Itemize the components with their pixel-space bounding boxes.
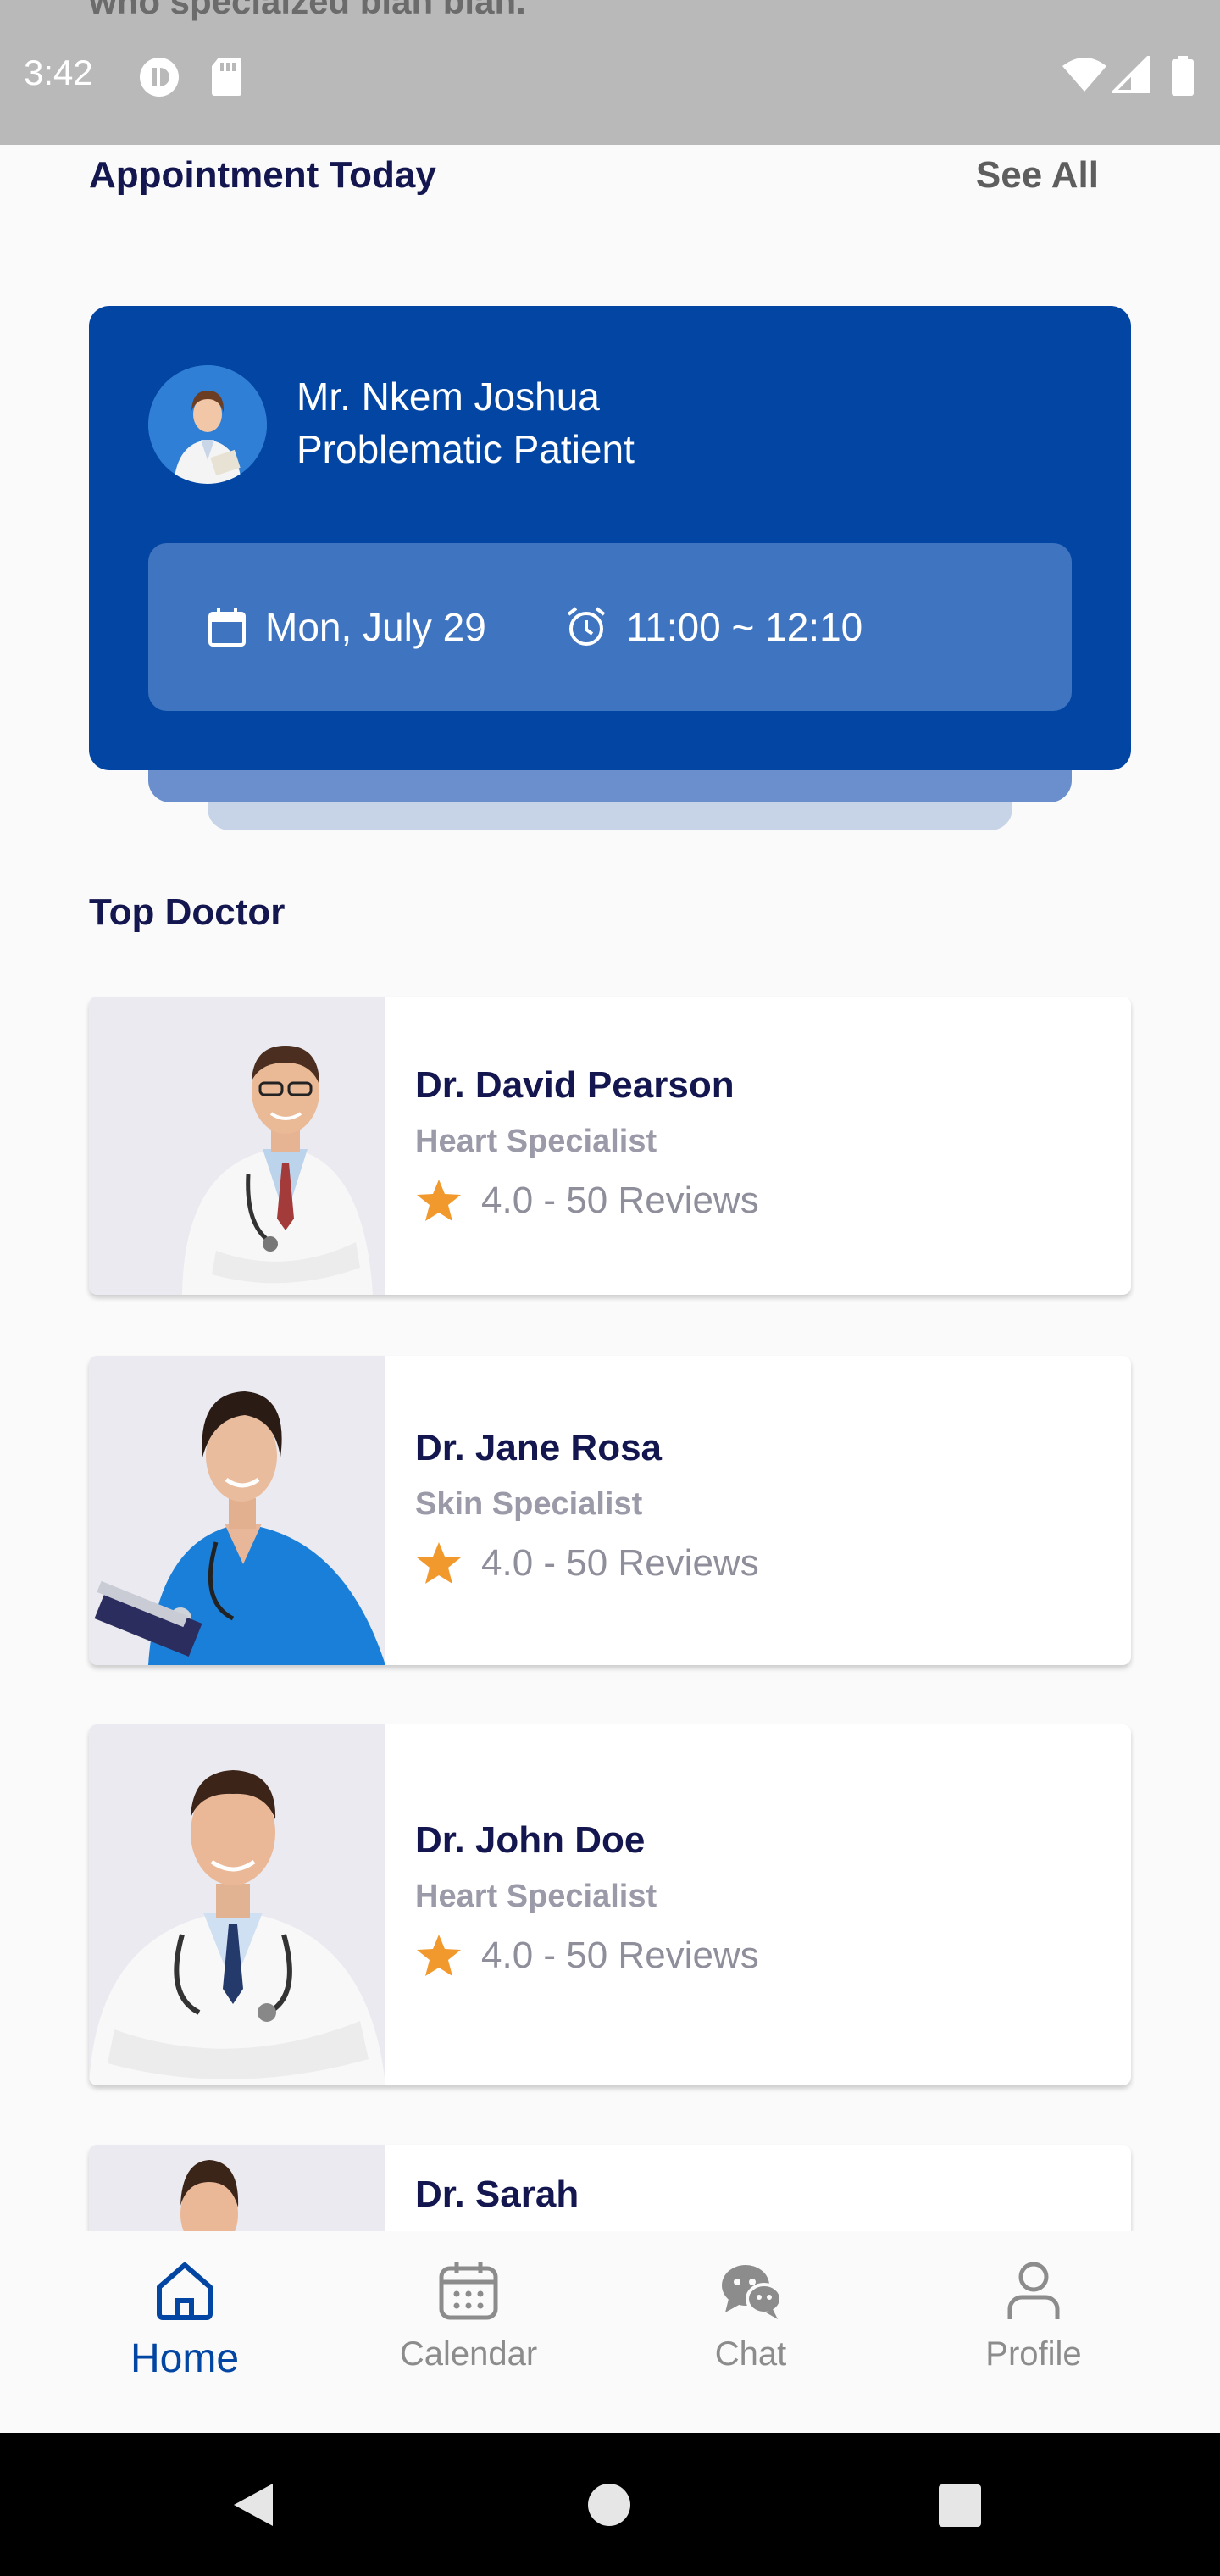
scrolled-text-peek: who specialzed blah blah.	[89, 0, 526, 21]
nav-label-calendar: Calendar	[399, 2335, 538, 2373]
patient-subtitle: Problematic Patient	[297, 427, 635, 471]
doctor-name: Dr. John Doe	[415, 1819, 646, 1861]
appointment-time: 11:00 ~ 12:10	[565, 604, 862, 650]
doctor-specialty: Heart Specialist	[415, 1124, 657, 1159]
status-time: 3:42	[24, 53, 93, 92]
wifi-icon	[1062, 58, 1106, 92]
system-navigation-bar	[0, 2433, 1220, 2576]
doctor-specialty: Skin Specialist	[415, 1486, 643, 1522]
home-button-icon[interactable]	[587, 2483, 631, 2527]
nav-label-home: Home	[130, 2336, 240, 2381]
status-bar: who specialzed blah blah. 3:42	[0, 0, 1220, 145]
appointment-date-text: Mon, July 29	[265, 605, 486, 649]
screen: who specialzed blah blah. 3:42 Appointme…	[0, 0, 1220, 2576]
nav-item-profile[interactable]: Profile	[932, 2257, 1135, 2373]
back-icon[interactable]	[230, 2480, 276, 2529]
nav-item-home[interactable]: Home	[83, 2257, 286, 2382]
doctor-rating-text: 4.0 - 50 Reviews	[481, 1180, 759, 1221]
doctor-rating: 4.0 - 50 Reviews	[415, 1541, 759, 1586]
star-icon	[417, 1180, 461, 1221]
doctor-rating-text: 4.0 - 50 Reviews	[481, 1542, 759, 1584]
doctor-rating: 4.0 - 50 Reviews	[415, 1933, 759, 1979]
appointment-schedule: Mon, July 29 11:00 ~ 12:10	[148, 543, 1072, 711]
appointment-card[interactable]: Mr. Nkem Joshua Problematic Patient Mon,…	[89, 306, 1131, 770]
doctor-photo	[89, 1356, 385, 1665]
vpn-icon	[140, 58, 179, 97]
sd-card-icon	[212, 58, 241, 96]
doctor-photo	[89, 1724, 385, 2085]
nav-item-calendar[interactable]: Calendar	[367, 2257, 570, 2373]
calendar-icon	[208, 608, 246, 647]
doctor-card[interactable]: Dr. David Pearson Heart Specialist 4.0 -…	[89, 997, 1131, 1295]
patient-name: Mr. Nkem Joshua	[297, 375, 600, 419]
recents-icon[interactable]	[938, 2484, 982, 2528]
battery-icon	[1172, 56, 1194, 96]
doctor-card[interactable]: Dr. John Doe Heart Specialist 4.0 - 50 R…	[89, 1724, 1131, 2085]
home-icon	[157, 2262, 213, 2320]
alarm-clock-icon	[567, 607, 606, 646]
see-all-link[interactable]: See All	[976, 154, 1099, 197]
doctor-name: Dr. Sarah	[415, 2174, 580, 2215]
appointment-date: Mon, July 29	[208, 604, 486, 650]
profile-icon	[1007, 2262, 1060, 2319]
calendar-icon	[439, 2262, 498, 2320]
doctor-rating: 4.0 - 50 Reviews	[415, 1178, 759, 1224]
doctor-name: Dr. Jane Rosa	[415, 1427, 663, 1468]
patient-avatar	[148, 365, 267, 484]
chat-icon	[722, 2265, 783, 2319]
signal-icon	[1112, 56, 1150, 93]
nav-label-profile: Profile	[985, 2335, 1082, 2373]
bottom-navigation: Home Calendar Chat Profile	[0, 2231, 1220, 2433]
nav-item-chat[interactable]: Chat	[649, 2257, 852, 2373]
appointment-section-title: Appointment Today	[89, 154, 436, 196]
appointment-time-text: 11:00 ~ 12:10	[626, 605, 863, 649]
top-doctor-section-title: Top Doctor	[89, 891, 286, 933]
doctor-rating-text: 4.0 - 50 Reviews	[481, 1935, 759, 1976]
nav-label-chat: Chat	[714, 2335, 787, 2373]
star-icon	[417, 1542, 461, 1584]
star-icon	[417, 1935, 461, 1976]
doctor-card[interactable]: Dr. Jane Rosa Skin Specialist 4.0 - 50 R…	[89, 1356, 1131, 1665]
doctor-specialty: Heart Specialist	[415, 1879, 657, 1914]
doctor-name: Dr. David Pearson	[415, 1064, 735, 1106]
doctor-photo	[89, 997, 385, 1295]
